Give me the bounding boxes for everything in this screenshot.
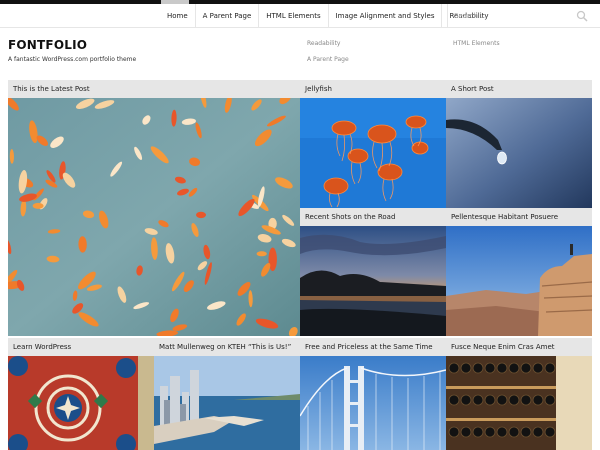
wine-bottle xyxy=(460,362,472,374)
post-tile-jellyfish[interactable]: Jellyfish xyxy=(300,80,446,208)
nav-item-parent-page[interactable]: A Parent Page xyxy=(194,4,259,28)
wine-bottle xyxy=(448,426,460,438)
site-title[interactable]: FONTFOLIO xyxy=(8,38,87,52)
post-thumbnail-wine-rack[interactable] xyxy=(446,356,592,450)
post-tile-fusce-neque[interactable]: Fusce Neque Enim Cras Amet xyxy=(446,338,592,450)
post-thumbnail-canyon[interactable] xyxy=(446,226,592,336)
wine-bottle xyxy=(508,426,520,438)
canyon-image xyxy=(446,226,592,336)
wine-bottle xyxy=(520,362,532,374)
search-icon[interactable] xyxy=(576,10,588,22)
wine-bottle xyxy=(460,394,472,406)
post-title[interactable]: Free and Priceless at the Same Time xyxy=(300,338,446,356)
wine-bottle xyxy=(496,394,508,406)
koi-pond-image xyxy=(8,98,300,336)
post-tile-latest[interactable]: This is the Latest Post xyxy=(8,80,300,336)
wine-bottle xyxy=(520,426,532,438)
wine-bottle xyxy=(448,362,460,374)
wine-bottle xyxy=(460,426,472,438)
header-link-html-elements[interactable]: HTML Elements xyxy=(453,40,500,47)
post-tile-matt-mullenweg[interactable]: Matt Mullenweg on KTEH “This is Us!” xyxy=(154,338,300,450)
wine-bottle xyxy=(484,362,496,374)
post-tile-pellentesque[interactable]: Pellentesque Habitant Posuere xyxy=(446,208,592,336)
wine-bottle xyxy=(508,394,520,406)
site-description: A fantastic WordPress.com portfolio them… xyxy=(8,56,137,63)
post-thumbnail-jellyfish[interactable] xyxy=(300,98,446,208)
nav-menu: Home A Parent Page HTML Elements Image A… xyxy=(160,4,496,28)
mosaic-tiles-image xyxy=(8,356,154,450)
wine-bottle xyxy=(496,426,508,438)
header-link-parent-page[interactable]: A Parent Page xyxy=(307,56,349,63)
post-title[interactable]: Learn WordPress xyxy=(8,338,154,356)
water-drop-image xyxy=(446,98,592,208)
search-input[interactable] xyxy=(454,9,564,23)
post-title[interactable]: This is the Latest Post xyxy=(8,80,300,98)
wine-rack-image xyxy=(446,356,592,450)
wine-bottle xyxy=(544,426,556,438)
post-tile-recent-shots[interactable]: Recent Shots on the Road xyxy=(300,208,446,336)
jellyfish-image xyxy=(300,98,446,208)
post-tile-free-priceless[interactable]: Free and Priceless at the Same Time xyxy=(300,338,446,450)
koi-fish xyxy=(256,251,267,257)
wine-bottle xyxy=(484,394,496,406)
post-tile-learn-wordpress[interactable]: Learn WordPress xyxy=(8,338,154,450)
nav-item-home[interactable]: Home xyxy=(160,4,195,28)
wine-bottle xyxy=(532,394,544,406)
wine-bottle xyxy=(544,362,556,374)
post-title[interactable]: Recent Shots on the Road xyxy=(300,208,446,226)
wine-bottle xyxy=(448,394,460,406)
wine-bottle xyxy=(472,426,484,438)
post-thumbnail-water-drop[interactable] xyxy=(446,98,592,208)
wine-bottle xyxy=(472,362,484,374)
wine-bottle xyxy=(472,394,484,406)
wine-bottle xyxy=(508,362,520,374)
city-skyline-image xyxy=(154,356,300,450)
post-thumbnail-sunset-coast[interactable] xyxy=(300,226,446,336)
wine-bottle xyxy=(544,394,556,406)
bridge-image xyxy=(300,356,446,450)
post-title[interactable]: Pellentesque Habitant Posuere xyxy=(446,208,592,226)
header-link-readability[interactable]: Readability xyxy=(307,40,340,47)
wine-bottle xyxy=(520,394,532,406)
post-title[interactable]: Matt Mullenweg on KTEH “This is Us!” xyxy=(154,338,300,356)
post-thumbnail-tiles[interactable] xyxy=(8,356,154,450)
wine-bottle xyxy=(484,426,496,438)
wine-bottle xyxy=(532,426,544,438)
post-thumbnail-koi[interactable] xyxy=(8,98,300,336)
nav-item-image-alignment[interactable]: Image Alignment and Styles xyxy=(327,4,442,28)
post-title[interactable]: Fusce Neque Enim Cras Amet xyxy=(446,338,592,356)
post-thumbnail-city[interactable] xyxy=(154,356,300,450)
post-thumbnail-bridge[interactable] xyxy=(300,356,446,450)
nav-item-html-elements[interactable]: HTML Elements xyxy=(258,4,327,28)
post-tile-short-post[interactable]: A Short Post xyxy=(446,80,592,208)
post-title[interactable]: Jellyfish xyxy=(300,80,446,98)
wine-bottle xyxy=(496,362,508,374)
sunset-coast-image xyxy=(300,226,446,336)
wine-bottle xyxy=(532,362,544,374)
koi-fish xyxy=(32,202,44,209)
main-navigation: Home A Parent Page HTML Elements Image A… xyxy=(0,4,600,28)
post-title[interactable]: A Short Post xyxy=(446,80,592,98)
